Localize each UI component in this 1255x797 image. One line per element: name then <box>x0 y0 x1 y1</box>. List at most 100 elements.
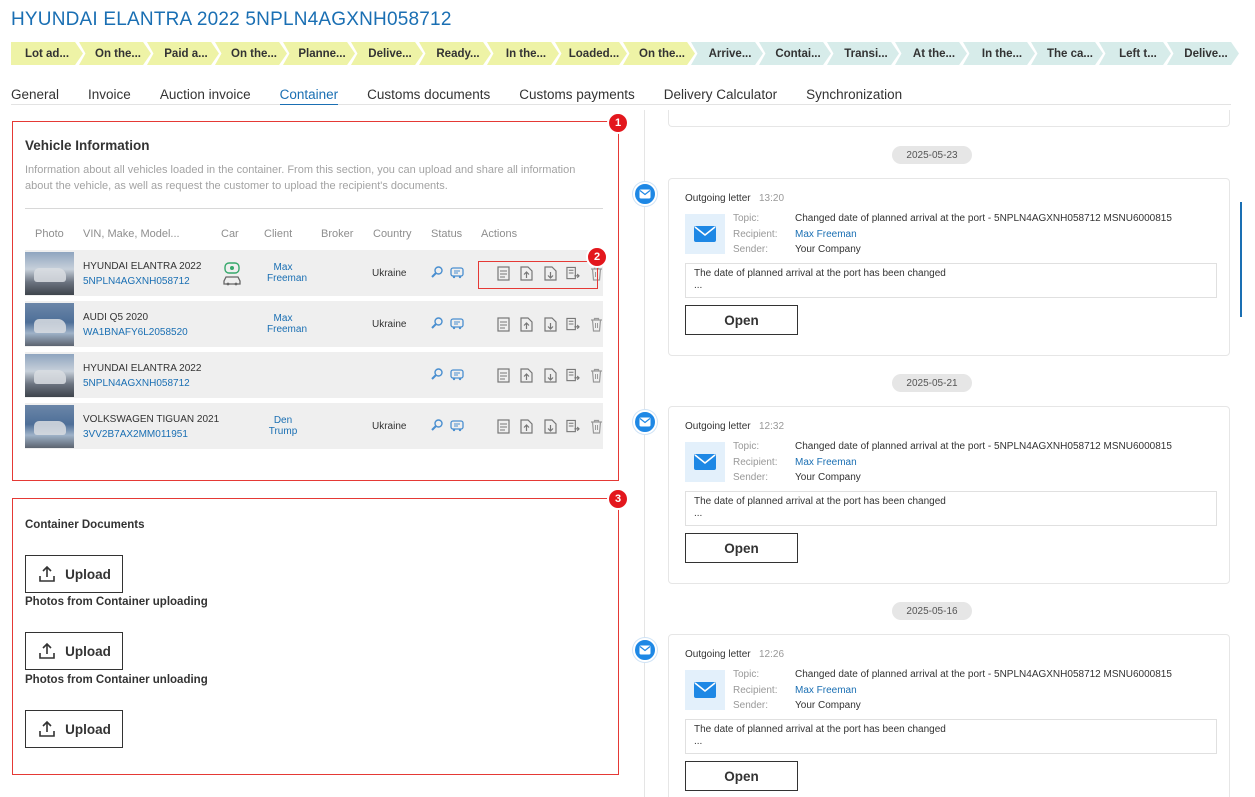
recipient-link[interactable]: Max Freeman <box>795 685 857 696</box>
client-link[interactable]: Max Freeman <box>267 262 307 284</box>
vehicle-photo[interactable] <box>25 354 74 397</box>
actions-highlight <box>478 261 598 289</box>
search-icon[interactable] <box>430 265 444 279</box>
trash-icon[interactable] <box>589 316 603 332</box>
message-preview: The date of planned arrival at the port … <box>685 719 1217 754</box>
open-button[interactable]: Open <box>685 305 798 335</box>
divider <box>25 208 603 209</box>
column-header-client: Client <box>264 228 293 240</box>
search-icon[interactable] <box>430 316 444 330</box>
upload-photos-uploading-button[interactable]: Upload <box>25 632 123 670</box>
stage-13[interactable]: Transi... <box>827 42 899 65</box>
letter-card: Outgoing letter 12:32 Topic: Changed dat… <box>668 406 1230 584</box>
download-file-icon[interactable] <box>543 418 557 434</box>
document-icon[interactable] <box>496 418 510 434</box>
tab-customs-payments[interactable]: Customs payments <box>519 87 635 105</box>
open-button[interactable]: Open <box>685 533 798 563</box>
table-row[interactable]: AUDI Q5 2020 WA1BNAFY6L2058520 Max Freema… <box>25 301 603 347</box>
recipient-link[interactable]: Max Freeman <box>795 457 857 468</box>
stage-4[interactable]: On the... <box>215 42 287 65</box>
stage-9[interactable]: Loaded... <box>555 42 627 65</box>
letter-type: Outgoing letter <box>685 193 751 204</box>
stage-17[interactable]: Left t... <box>1099 42 1171 65</box>
tab-bar: General Invoice Auction invoice Containe… <box>11 87 1231 105</box>
stage-5[interactable]: Planne... <box>283 42 355 65</box>
table-row[interactable]: HYUNDAI ELANTRA 2022 5NPLN4AGXNH058712 <box>25 352 603 398</box>
car-document-icon[interactable] <box>450 265 464 279</box>
vehicle-vin-link[interactable]: 5NPLN4AGXNH058712 <box>83 378 190 389</box>
search-icon[interactable] <box>430 367 444 381</box>
upload-file-icon[interactable] <box>519 418 533 434</box>
vehicle-photo[interactable] <box>25 405 74 448</box>
share-file-icon[interactable] <box>566 316 580 332</box>
client-link[interactable]: Max Freeman <box>267 313 307 335</box>
scrollbar[interactable] <box>1240 202 1242 317</box>
tab-delivery-calculator[interactable]: Delivery Calculator <box>664 87 777 105</box>
client-link[interactable]: Den Trump <box>267 415 299 437</box>
stage-2[interactable]: On the... <box>79 42 151 65</box>
callout-badge-1: 1 <box>607 112 629 134</box>
vehicle-vin-link[interactable]: WA1BNAFY6L2058520 <box>83 327 188 338</box>
letter-type: Outgoing letter <box>685 649 751 660</box>
table-row[interactable]: VOLKSWAGEN TIGUAN 2021 3VV2B7AX2MM011951… <box>25 403 603 449</box>
column-header-vin[interactable]: VIN, Make, Model... <box>83 228 180 240</box>
stage-1[interactable]: Lot ad... <box>11 42 83 65</box>
topic-value: Changed date of planned arrival at the p… <box>795 441 1172 452</box>
sender-value: Your Company <box>795 700 861 711</box>
share-file-icon[interactable] <box>566 367 580 383</box>
upload-icon <box>39 565 55 582</box>
car-document-icon[interactable] <box>450 367 464 381</box>
timeline-line <box>644 110 645 797</box>
stage-6[interactable]: Delive... <box>351 42 423 65</box>
stage-3[interactable]: Paid a... <box>147 42 219 65</box>
trash-icon[interactable] <box>589 418 603 434</box>
car-status-icon[interactable] <box>221 261 243 287</box>
vehicle-vin-link[interactable]: 3VV2B7AX2MM011951 <box>83 429 188 440</box>
stage-16[interactable]: The ca... <box>1031 42 1103 65</box>
stage-7[interactable]: Ready... <box>419 42 491 65</box>
vehicle-vin-link[interactable]: 5NPLN4AGXNH058712 <box>83 276 190 287</box>
share-file-icon[interactable] <box>566 418 580 434</box>
tab-auction-invoice[interactable]: Auction invoice <box>160 87 251 105</box>
recipient-link[interactable]: Max Freeman <box>795 229 857 240</box>
download-file-icon[interactable] <box>543 316 557 332</box>
sender-value: Your Company <box>795 472 861 483</box>
stage-8[interactable]: In the... <box>487 42 559 65</box>
upload-icon <box>39 642 55 659</box>
vehicle-photo[interactable] <box>25 303 74 346</box>
search-icon[interactable] <box>430 418 444 432</box>
recipient-label: Recipient: <box>733 685 778 696</box>
stage-18[interactable]: Delive... <box>1167 42 1239 65</box>
document-icon[interactable] <box>496 367 510 383</box>
tab-invoice[interactable]: Invoice <box>88 87 131 105</box>
stage-10[interactable]: On the... <box>623 42 695 65</box>
stage-12[interactable]: Contai... <box>759 42 831 65</box>
document-icon[interactable] <box>496 316 510 332</box>
vehicle-country: Ukraine <box>372 268 407 279</box>
tab-general[interactable]: General <box>11 87 59 105</box>
upload-file-icon[interactable] <box>519 367 533 383</box>
column-header-broker: Broker <box>321 228 354 240</box>
stage-15[interactable]: In the... <box>963 42 1035 65</box>
callout-badge-2: 2 <box>586 246 608 268</box>
date-separator: 2025-05-21 <box>892 374 972 392</box>
vehicle-model: HYUNDAI ELANTRA 2022 <box>83 363 202 374</box>
upload-container-documents-button[interactable]: Upload <box>25 555 123 593</box>
stage-11[interactable]: Arrive... <box>691 42 763 65</box>
stage-14[interactable]: At the... <box>895 42 967 65</box>
tab-customs-documents[interactable]: Customs documents <box>367 87 490 105</box>
sender-label: Sender: <box>733 472 769 483</box>
tab-container[interactable]: Container <box>279 87 339 105</box>
download-file-icon[interactable] <box>543 367 557 383</box>
open-button[interactable]: Open <box>685 761 798 791</box>
car-document-icon[interactable] <box>450 316 464 330</box>
topic-label: Topic: <box>733 213 760 224</box>
vehicle-photo[interactable] <box>25 252 74 295</box>
section-description: Information about all vehicles loaded in… <box>25 164 576 192</box>
upload-file-icon[interactable] <box>519 316 533 332</box>
vehicle-country: Ukraine <box>372 319 407 330</box>
car-document-icon[interactable] <box>450 418 464 432</box>
tab-synchronization[interactable]: Synchronization <box>806 87 902 105</box>
upload-photos-unloading-button[interactable]: Upload <box>25 710 123 748</box>
trash-icon[interactable] <box>589 367 603 383</box>
